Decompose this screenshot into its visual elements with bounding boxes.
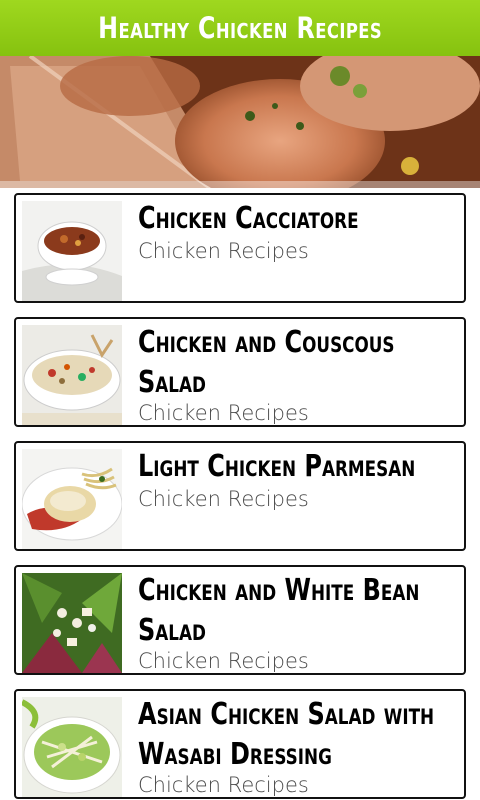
recipe-title: Chicken Cacciatore: [138, 201, 359, 236]
recipe-category: Chicken Recipes: [138, 239, 309, 263]
recipe-category: Chicken Recipes: [138, 401, 309, 425]
recipe-card-chicken-white-bean-salad[interactable]: Chicken and White Bean Salad Chicken Rec…: [14, 565, 466, 675]
recipe-card-light-chicken-parmesan[interactable]: Light Chicken Parmesan Chicken Recipes: [14, 441, 466, 551]
app-title: Healthy Chicken Recipes: [98, 11, 382, 45]
recipe-title: Chicken and White Bean Salad: [138, 573, 420, 648]
recipe-title: Light Chicken Parmesan: [138, 449, 416, 484]
recipe-category: Chicken Recipes: [138, 649, 309, 673]
recipe-card-chicken-cacciatore[interactable]: Chicken Cacciatore Chicken Recipes: [14, 193, 466, 303]
recipe-title: Asian Chicken Salad with Wasabi Dressing: [138, 697, 435, 772]
recipe-category: Chicken Recipes: [138, 487, 309, 511]
recipe-card-asian-chicken-salad[interactable]: Asian Chicken Salad with Wasabi Dressing…: [14, 689, 466, 799]
hero-image: [0, 56, 480, 188]
recipe-thumbnail: [22, 325, 122, 425]
recipe-thumbnail: [22, 573, 122, 673]
recipe-thumbnail: [22, 201, 122, 301]
recipe-card-chicken-couscous-salad[interactable]: Chicken and Couscous Salad Chicken Recip…: [14, 317, 466, 427]
recipe-title: Chicken and Couscous Salad: [138, 325, 395, 400]
app-header: Healthy Chicken Recipes: [0, 0, 480, 56]
recipe-thumbnail: [22, 697, 122, 797]
recipe-thumbnail: [22, 449, 122, 549]
recipe-category: Chicken Recipes: [138, 773, 309, 797]
